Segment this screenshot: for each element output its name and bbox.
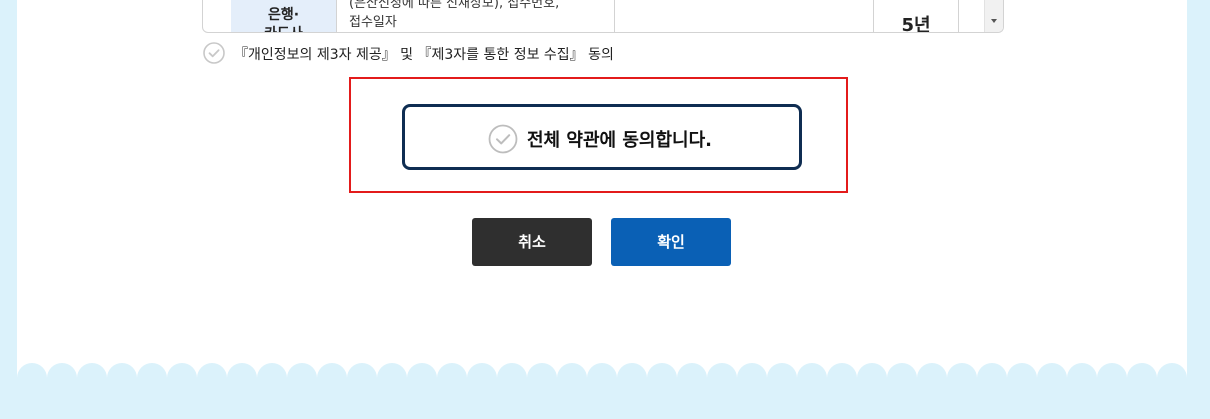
confirm-button[interactable]: 확인 (611, 218, 731, 266)
row-header-line1: 은행· (267, 7, 300, 23)
table-cell-empty (615, 0, 874, 32)
items-line2: 접수일자 (349, 15, 397, 30)
third-party-consent-label: 『개인정보의 제3자 제공』 및 『제3자를 통한 정보 수집』 동의 (234, 47, 614, 63)
check-circle-icon[interactable] (203, 42, 225, 68)
retention-period: 5년 (901, 15, 931, 33)
chevron-down-icon[interactable] (991, 19, 997, 23)
cancel-button[interactable]: 취소 (472, 218, 592, 266)
table-cell-items: (은산신청에 따른 신재상보), 접수번호, 접수일자 (337, 0, 615, 32)
items-line1: (은산신청에 따른 신재상보), 접수번호, (349, 0, 560, 11)
terms-table: 은행· 카드사 (은산신청에 따른 신재상보), 접수번호, 접수일자 5년 (202, 0, 1004, 33)
agree-all-label: 전체 약관에 동의합니다. (527, 130, 712, 151)
check-circle-icon (488, 124, 518, 158)
agree-all-button[interactable]: 전체 약관에 동의합니다. (402, 104, 802, 170)
row-header-line2: 카드사 (231, 23, 336, 32)
table-cell-period: 5년 (874, 0, 959, 32)
scalloped-edge (17, 360, 1187, 419)
table-scrollbar[interactable] (984, 0, 1003, 32)
table-row-header: 은행· 카드사 (231, 0, 337, 32)
